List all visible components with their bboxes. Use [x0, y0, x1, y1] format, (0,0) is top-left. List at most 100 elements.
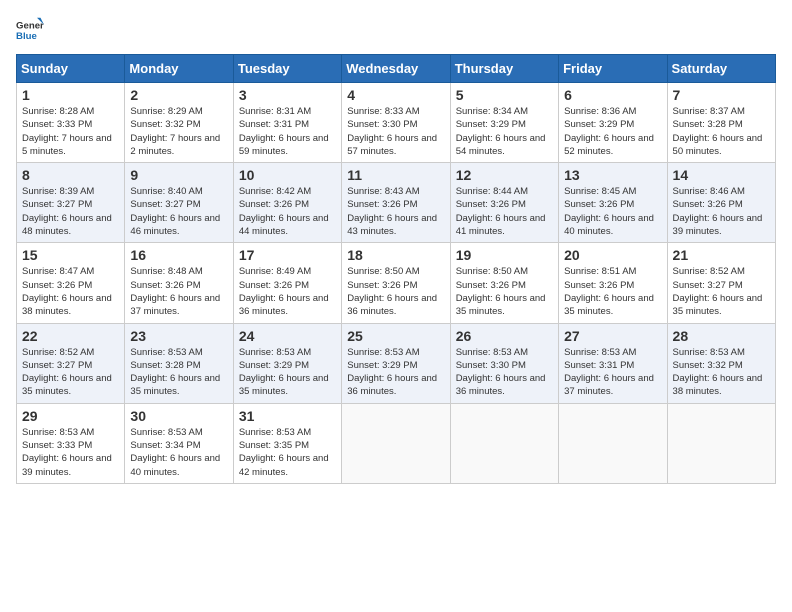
calendar-cell — [559, 403, 667, 483]
calendar-cell: 19 Sunrise: 8:50 AMSunset: 3:26 PMDayligh… — [450, 243, 558, 323]
calendar-table: SundayMondayTuesdayWednesdayThursdayFrid… — [16, 54, 776, 484]
cell-info: Sunrise: 8:46 AMSunset: 3:26 PMDaylight:… — [673, 186, 763, 237]
cell-info: Sunrise: 8:28 AMSunset: 3:33 PMDaylight:… — [22, 106, 112, 157]
cell-info: Sunrise: 8:29 AMSunset: 3:32 PMDaylight:… — [130, 106, 220, 157]
header-day-sunday: Sunday — [17, 55, 125, 83]
day-number: 9 — [130, 167, 227, 183]
day-number: 8 — [22, 167, 119, 183]
calendar-cell — [667, 403, 775, 483]
calendar-cell: 18Sunrise: 8:50 AMSunset: 3:26 PMDayligh… — [342, 243, 450, 323]
day-number: 12 — [456, 167, 553, 183]
cell-info: Sunrise: 8:50 AMSunset: 3:26 PMDaylight:… — [456, 266, 546, 317]
cell-info: Sunrise: 8:48 AMSunset: 3:26 PMDaylight:… — [130, 266, 220, 317]
cell-info: Sunrise: 8:53 AMSunset: 3:32 PMDaylight:… — [673, 347, 763, 398]
header-day-friday: Friday — [559, 55, 667, 83]
cell-info: Sunrise: 8:53 AMSunset: 3:29 PMDaylight:… — [239, 347, 329, 398]
cell-info: Sunrise: 8:44 AMSunset: 3:26 PMDaylight:… — [456, 186, 546, 237]
cell-info: Sunrise: 8:40 AMSunset: 3:27 PMDaylight:… — [130, 186, 220, 237]
cell-info: Sunrise: 8:53 AMSunset: 3:34 PMDaylight:… — [130, 427, 220, 478]
header-day-wednesday: Wednesday — [342, 55, 450, 83]
cell-info: Sunrise: 8:49 AMSunset: 3:26 PMDaylight:… — [239, 266, 329, 317]
calendar-cell: 6 Sunrise: 8:36 AMSunset: 3:29 PMDaylight… — [559, 83, 667, 163]
calendar-cell: 29 Sunrise: 8:53 AMSunset: 3:33 PMDayligh… — [17, 403, 125, 483]
day-number: 13 — [564, 167, 661, 183]
day-number: 15 — [22, 247, 119, 263]
cell-info: Sunrise: 8:42 AMSunset: 3:26 PMDaylight:… — [239, 186, 329, 237]
calendar-cell: 27Sunrise: 8:53 AMSunset: 3:31 PMDayligh… — [559, 323, 667, 403]
header-row: SundayMondayTuesdayWednesdayThursdayFrid… — [17, 55, 776, 83]
day-number: 4 — [347, 87, 444, 103]
header: General Blue — [16, 16, 776, 44]
day-number: 7 — [673, 87, 770, 103]
calendar-cell: 17 Sunrise: 8:49 AMSunset: 3:26 PMDayligh… — [233, 243, 341, 323]
day-number: 31 — [239, 408, 336, 424]
cell-info: Sunrise: 8:52 AMSunset: 3:27 PMDaylight:… — [22, 347, 112, 398]
cell-info: Sunrise: 8:53 AMSunset: 3:33 PMDaylight:… — [22, 427, 112, 478]
calendar-cell: 30 Sunrise: 8:53 AMSunset: 3:34 PMDayligh… — [125, 403, 233, 483]
calendar-cell: 16Sunrise: 8:48 AMSunset: 3:26 PMDayligh… — [125, 243, 233, 323]
calendar-cell: 15Sunrise: 8:47 AMSunset: 3:26 PMDayligh… — [17, 243, 125, 323]
logo: General Blue — [16, 16, 44, 44]
calendar-cell: 7 Sunrise: 8:37 AMSunset: 3:28 PMDaylight… — [667, 83, 775, 163]
cell-info: Sunrise: 8:45 AMSunset: 3:26 PMDaylight:… — [564, 186, 654, 237]
generalblue-logo-icon: General Blue — [16, 16, 44, 44]
calendar-cell: 14Sunrise: 8:46 AMSunset: 3:26 PMDayligh… — [667, 163, 775, 243]
calendar-cell: 4Sunrise: 8:33 AMSunset: 3:30 PMDaylight… — [342, 83, 450, 163]
day-number: 28 — [673, 328, 770, 344]
calendar-cell: 12 Sunrise: 8:44 AMSunset: 3:26 PMDayligh… — [450, 163, 558, 243]
cell-info: Sunrise: 8:53 AMSunset: 3:28 PMDaylight:… — [130, 347, 220, 398]
cell-info: Sunrise: 8:53 AMSunset: 3:35 PMDaylight:… — [239, 427, 329, 478]
cell-info: Sunrise: 8:37 AMSunset: 3:28 PMDaylight:… — [673, 106, 763, 157]
day-number: 27 — [564, 328, 661, 344]
day-number: 23 — [130, 328, 227, 344]
day-number: 1 — [22, 87, 119, 103]
header-day-monday: Monday — [125, 55, 233, 83]
week-row-3: 15Sunrise: 8:47 AMSunset: 3:26 PMDayligh… — [17, 243, 776, 323]
calendar-cell: 2 Sunrise: 8:29 AMSunset: 3:32 PMDaylight… — [125, 83, 233, 163]
header-day-saturday: Saturday — [667, 55, 775, 83]
calendar-cell: 22 Sunrise: 8:52 AMSunset: 3:27 PMDayligh… — [17, 323, 125, 403]
day-number: 3 — [239, 87, 336, 103]
week-row-1: 1 Sunrise: 8:28 AMSunset: 3:33 PMDaylight… — [17, 83, 776, 163]
calendar-cell: 23 Sunrise: 8:53 AMSunset: 3:28 PMDayligh… — [125, 323, 233, 403]
cell-info: Sunrise: 8:34 AMSunset: 3:29 PMDaylight:… — [456, 106, 546, 157]
cell-info: Sunrise: 8:53 AMSunset: 3:29 PMDaylight:… — [347, 347, 437, 398]
calendar-cell: 13 Sunrise: 8:45 AMSunset: 3:26 PMDayligh… — [559, 163, 667, 243]
day-number: 22 — [22, 328, 119, 344]
day-number: 26 — [456, 328, 553, 344]
cell-info: Sunrise: 8:50 AMSunset: 3:26 PMDaylight:… — [347, 266, 437, 317]
week-row-5: 29 Sunrise: 8:53 AMSunset: 3:33 PMDayligh… — [17, 403, 776, 483]
day-number: 10 — [239, 167, 336, 183]
cell-info: Sunrise: 8:39 AMSunset: 3:27 PMDaylight:… — [22, 186, 112, 237]
week-row-4: 22 Sunrise: 8:52 AMSunset: 3:27 PMDayligh… — [17, 323, 776, 403]
cell-info: Sunrise: 8:51 AMSunset: 3:26 PMDaylight:… — [564, 266, 654, 317]
calendar-cell: 8 Sunrise: 8:39 AMSunset: 3:27 PMDaylight… — [17, 163, 125, 243]
day-number: 29 — [22, 408, 119, 424]
calendar-cell — [450, 403, 558, 483]
day-number: 24 — [239, 328, 336, 344]
cell-info: Sunrise: 8:36 AMSunset: 3:29 PMDaylight:… — [564, 106, 654, 157]
calendar-cell: 5 Sunrise: 8:34 AMSunset: 3:29 PMDaylight… — [450, 83, 558, 163]
day-number: 5 — [456, 87, 553, 103]
calendar-cell: 21Sunrise: 8:52 AMSunset: 3:27 PMDayligh… — [667, 243, 775, 323]
day-number: 19 — [456, 247, 553, 263]
day-number: 11 — [347, 167, 444, 183]
calendar-cell: 10 Sunrise: 8:42 AMSunset: 3:26 PMDayligh… — [233, 163, 341, 243]
calendar-cell: 26 Sunrise: 8:53 AMSunset: 3:30 PMDayligh… — [450, 323, 558, 403]
svg-text:Blue: Blue — [16, 31, 37, 42]
day-number: 17 — [239, 247, 336, 263]
header-day-thursday: Thursday — [450, 55, 558, 83]
day-number: 2 — [130, 87, 227, 103]
calendar-cell: 1 Sunrise: 8:28 AMSunset: 3:33 PMDaylight… — [17, 83, 125, 163]
calendar-cell: 3Sunrise: 8:31 AMSunset: 3:31 PMDaylight… — [233, 83, 341, 163]
cell-info: Sunrise: 8:43 AMSunset: 3:26 PMDaylight:… — [347, 186, 437, 237]
calendar-cell: 20Sunrise: 8:51 AMSunset: 3:26 PMDayligh… — [559, 243, 667, 323]
cell-info: Sunrise: 8:53 AMSunset: 3:30 PMDaylight:… — [456, 347, 546, 398]
day-number: 21 — [673, 247, 770, 263]
calendar-cell: 25 Sunrise: 8:53 AMSunset: 3:29 PMDayligh… — [342, 323, 450, 403]
calendar-cell: 9 Sunrise: 8:40 AMSunset: 3:27 PMDaylight… — [125, 163, 233, 243]
day-number: 25 — [347, 328, 444, 344]
day-number: 6 — [564, 87, 661, 103]
day-number: 30 — [130, 408, 227, 424]
header-day-tuesday: Tuesday — [233, 55, 341, 83]
